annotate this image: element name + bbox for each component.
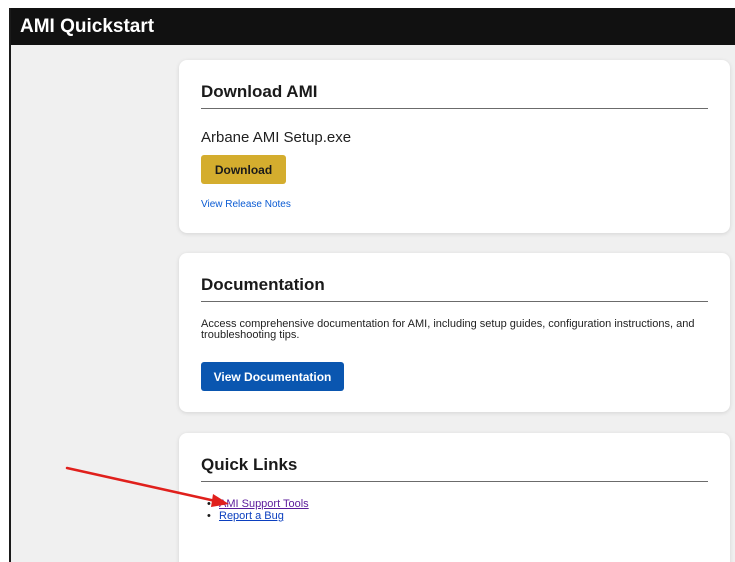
quick-links-divider <box>201 481 708 482</box>
documentation-card: Documentation Access comprehensive docum… <box>179 253 730 412</box>
file-name: Arbane AMI Setup.exe <box>201 129 352 146</box>
bullet-icon: • <box>207 510 211 522</box>
quick-links-heading: Quick Links <box>201 455 298 474</box>
release-notes-link[interactable]: View Release Notes <box>201 199 291 210</box>
documentation-heading: Documentation <box>201 275 325 294</box>
report-bug-link[interactable]: Report a Bug <box>219 510 284 522</box>
list-item: • AMI Support Tools <box>207 498 309 510</box>
ami-support-tools-link[interactable]: AMI Support Tools <box>219 498 309 510</box>
quick-links-list: • AMI Support Tools • Report a Bug <box>207 498 309 522</box>
documentation-divider <box>201 301 708 302</box>
download-button[interactable]: Download <box>201 155 286 184</box>
download-divider <box>201 108 708 109</box>
app-title: AMI Quickstart <box>11 8 735 45</box>
list-item: • Report a Bug <box>207 510 309 522</box>
download-card: Download AMI Arbane AMI Setup.exe Downlo… <box>179 60 730 233</box>
documentation-description: Access comprehensive documentation for A… <box>201 318 695 341</box>
download-heading: Download AMI <box>201 82 318 101</box>
quick-links-card: Quick Links • AMI Support Tools • Report… <box>179 433 730 562</box>
view-documentation-button[interactable]: View Documentation <box>201 362 344 391</box>
app-window: AMI Quickstart Download AMI Arbane AMI S… <box>9 8 735 562</box>
bullet-icon: • <box>207 498 211 510</box>
